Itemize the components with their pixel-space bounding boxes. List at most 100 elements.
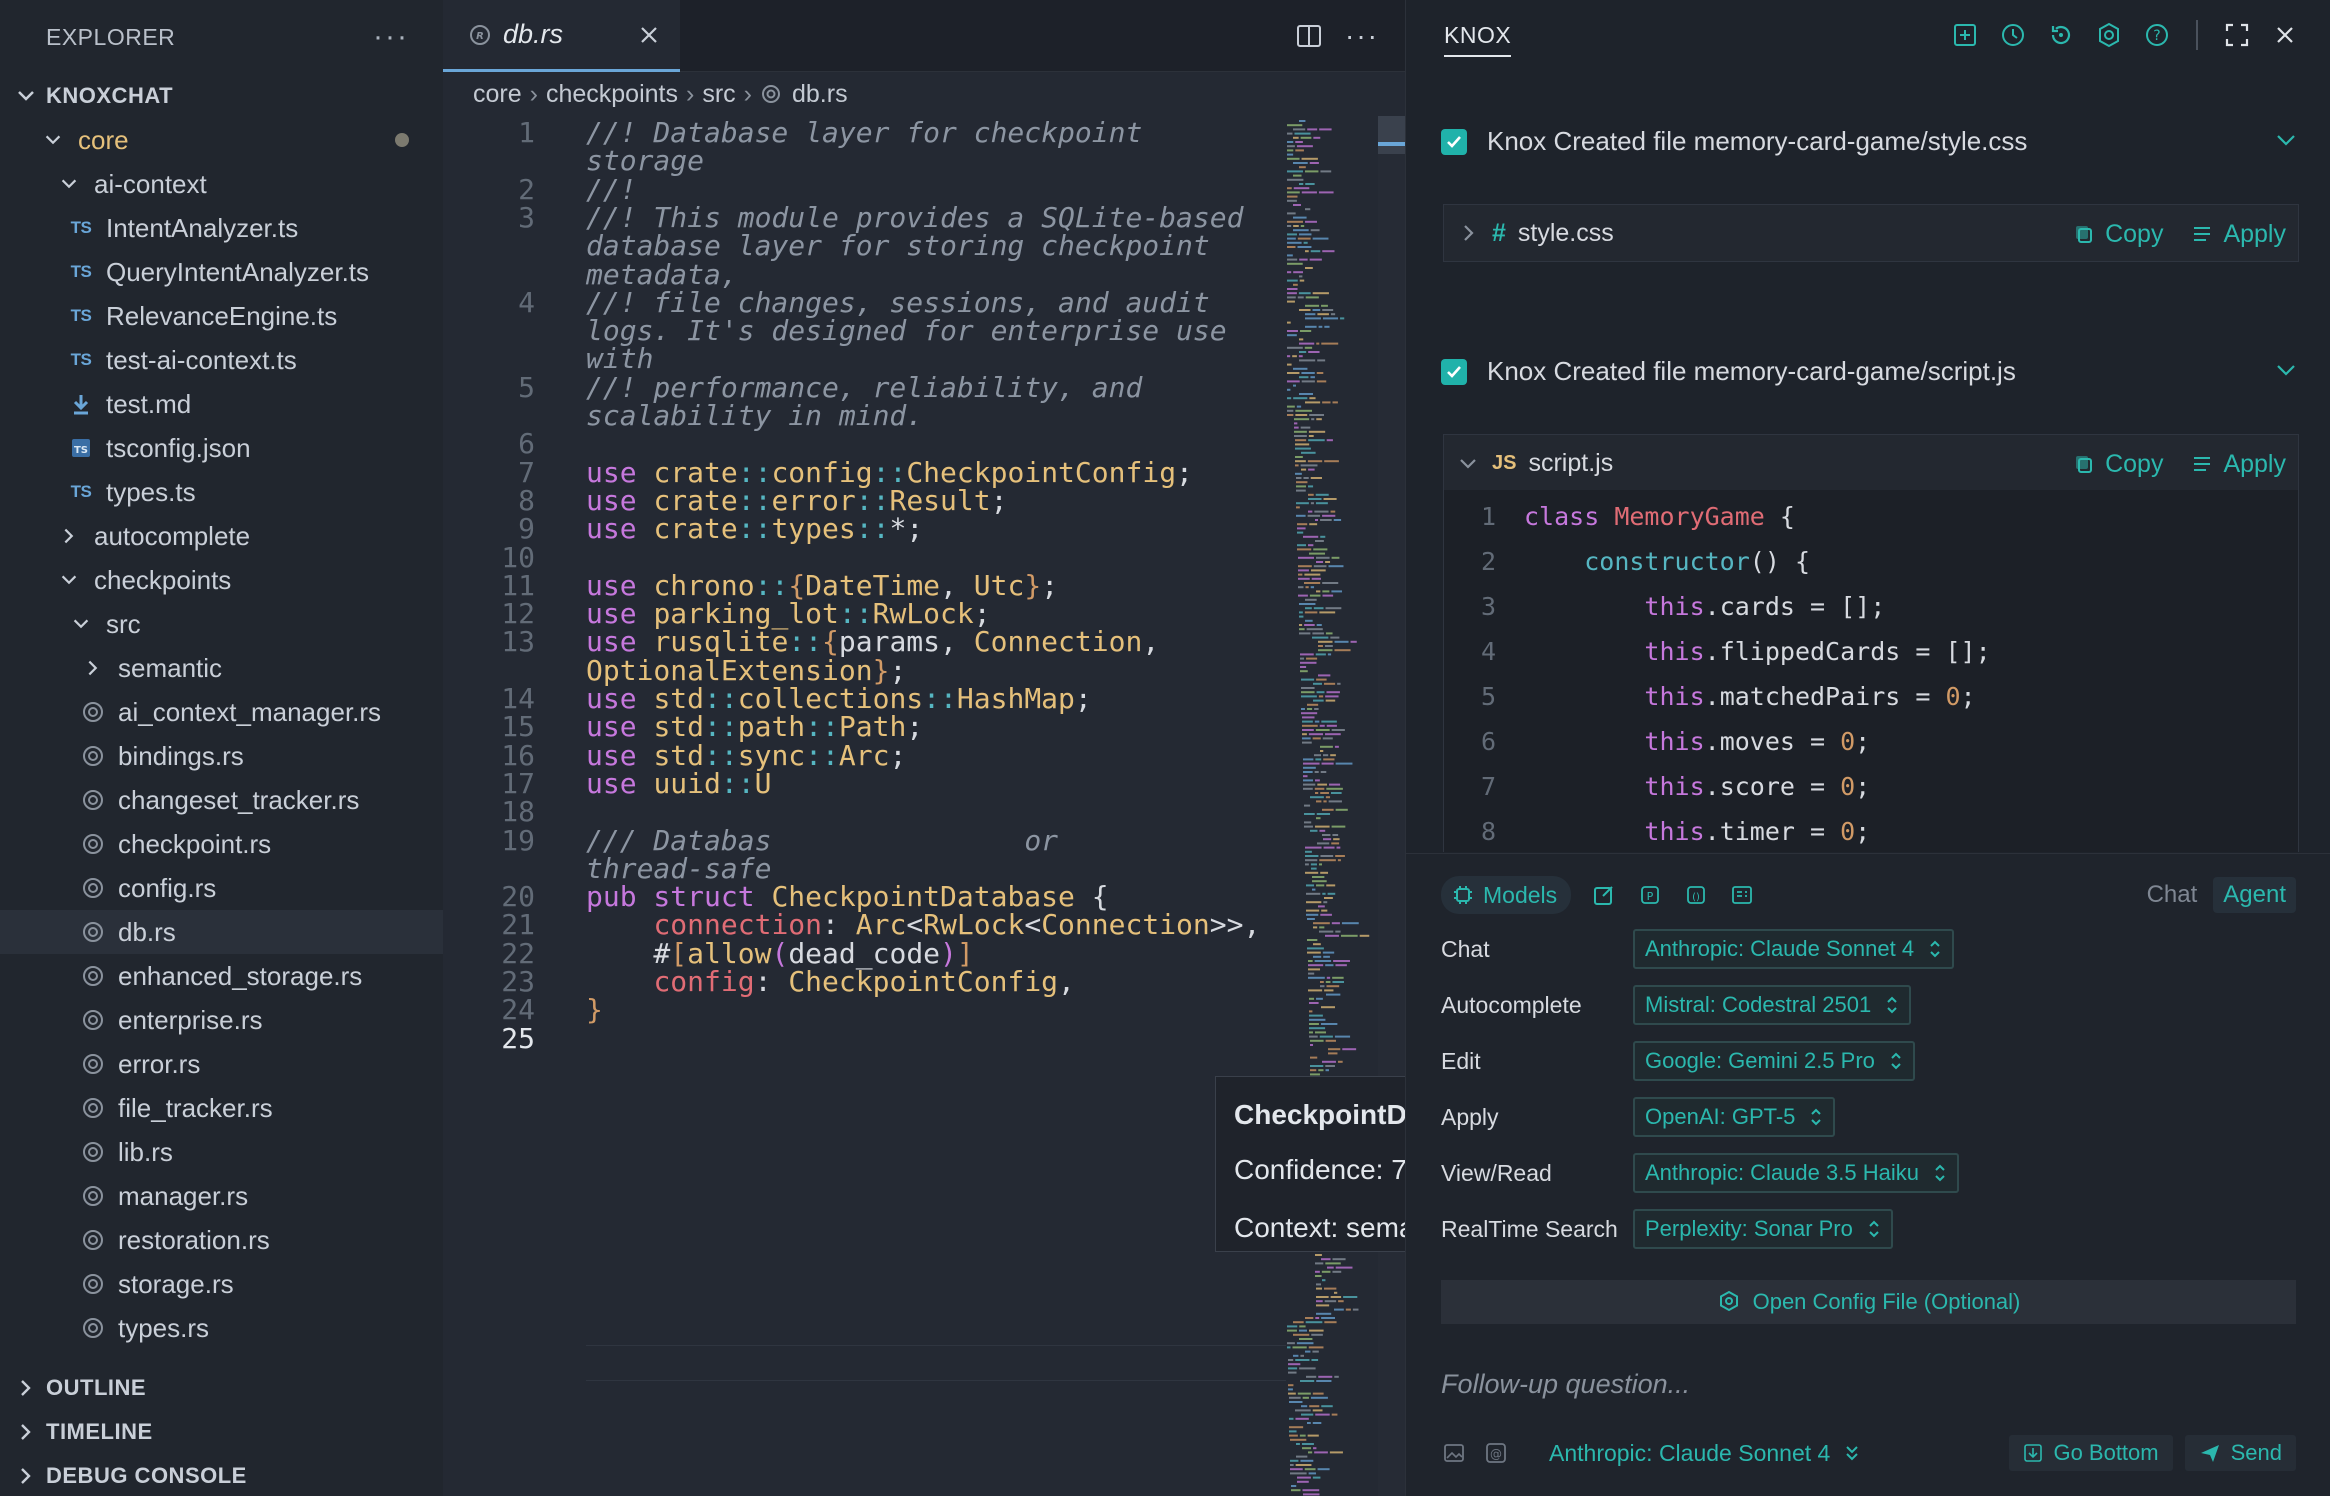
open-config-button[interactable]: Open Config File (Optional) (1441, 1280, 2296, 1324)
fullscreen-icon[interactable] (2222, 20, 2252, 50)
tree-item[interactable]: test.md (0, 382, 443, 426)
section-outline[interactable]: OUTLINE (0, 1366, 443, 1410)
code-view[interactable]: 1//! Database layer for checkpoint storag… (443, 116, 1283, 1496)
explorer-title: EXPLORER (46, 23, 176, 50)
model-select[interactable]: Google: Gemini 2.5 Pro (1633, 1041, 1915, 1081)
tree-item[interactable]: types.rs (0, 1306, 443, 1350)
edit-icon[interactable] (1591, 882, 1617, 908)
minimap-line (1287, 233, 1297, 236)
model-select[interactable]: Mistral: Codestral 2501 (1633, 985, 1912, 1025)
model-select[interactable]: Anthropic: Claude Sonnet 4 (1633, 929, 1955, 969)
model-select[interactable]: OpenAI: GPT-5 (1633, 1097, 1836, 1137)
tree-item[interactable]: changeset_tracker.rs (0, 778, 443, 822)
minimap-line (1307, 1422, 1311, 1424)
tree-item[interactable]: enhanced_storage.rs (0, 954, 443, 998)
breadcrumb-item[interactable]: db.rs (792, 80, 848, 109)
image-icon[interactable] (1441, 1440, 1467, 1466)
minimap-line (1295, 1417, 1309, 1420)
vertical-scrollbar[interactable] (1378, 116, 1405, 1496)
tree-item[interactable]: semantic (0, 646, 443, 690)
step-checkbox[interactable] (1441, 128, 1467, 155)
scrollbar-thumb[interactable] (1378, 116, 1405, 154)
knox-title[interactable]: KNOX (1444, 22, 1512, 57)
tree-item[interactable]: ai-context (0, 162, 443, 206)
tree-item[interactable]: enterprise.rs (0, 998, 443, 1042)
model-select[interactable]: Anthropic: Claude 3.5 Haiku (1633, 1153, 1959, 1193)
context-icon[interactable]: () (1683, 882, 1709, 908)
minimap-line (1309, 1329, 1324, 1332)
more-actions-icon[interactable]: ··· (373, 20, 409, 54)
tab-db-rs[interactable]: R db.rs (443, 0, 680, 72)
minimap-line (1287, 355, 1291, 358)
docs-icon[interactable] (1729, 882, 1755, 908)
split-editor-icon[interactable] (1295, 22, 1323, 50)
restore-icon[interactable] (2046, 20, 2076, 50)
mode-agent[interactable]: Agent (2213, 877, 2296, 913)
minimap-line (1308, 510, 1313, 513)
minimap[interactable] (1283, 116, 1383, 1496)
tree-item[interactable]: TS test-ai-context.ts (0, 338, 443, 382)
tree-item[interactable]: error.rs (0, 1042, 443, 1086)
models-button[interactable]: Models (1441, 876, 1572, 914)
copy-button[interactable]: Copy (2073, 450, 2163, 479)
code-block-script-js[interactable]: 1 class MemoryGame {2 constructor() {3 th… (1443, 490, 2299, 852)
apply-button[interactable]: Apply (2191, 450, 2286, 479)
copy-button[interactable]: Copy (2073, 220, 2163, 249)
breadcrumb-item[interactable]: src (702, 80, 735, 109)
mode-chat[interactable]: Chat (2141, 877, 2204, 913)
settings-icon[interactable] (2094, 20, 2124, 50)
section-timeline[interactable]: TIMELINE (0, 1410, 443, 1454)
tree-item[interactable]: TS IntentAnalyzer.ts (0, 206, 443, 250)
tree-item[interactable]: storage.rs (0, 1262, 443, 1306)
tree-item[interactable]: TS tsconfig.json (0, 426, 443, 470)
role-label: Autocomplete (1441, 991, 1582, 1018)
tree-item[interactable]: TS QueryIntentAnalyzer.ts (0, 250, 443, 294)
code-line: 3 this.cards = []; (1444, 584, 2298, 629)
tree-item[interactable]: file_tracker.rs (0, 1086, 443, 1130)
new-session-icon[interactable] (1950, 20, 1980, 50)
minimap-line (1320, 750, 1324, 752)
tree-item[interactable]: TS types.ts (0, 470, 443, 514)
close-icon[interactable] (636, 22, 662, 48)
step-checkbox[interactable] (1441, 358, 1467, 385)
breadcrumb-item[interactable]: checkpoints (546, 80, 678, 109)
chevron-right-icon[interactable] (1456, 221, 1480, 245)
tree-item[interactable]: checkpoints (0, 558, 443, 602)
section-debug-console[interactable]: DEBUG CONSOLE (0, 1454, 443, 1496)
chevron-down-icon[interactable] (2272, 126, 2300, 154)
tree-item[interactable]: src (0, 602, 443, 646)
project-header[interactable]: KNOXCHAT (0, 74, 443, 118)
tree-item[interactable]: db.rs (0, 910, 443, 954)
breadcrumb-item[interactable]: core (473, 80, 522, 109)
tree-item[interactable]: autocomplete (0, 514, 443, 558)
history-icon[interactable] (1998, 20, 2028, 50)
tree-item[interactable]: manager.rs (0, 1174, 443, 1218)
model-select[interactable]: Perplexity: Sonar Pro (1633, 1209, 1893, 1249)
tree-item[interactable]: lib.rs (0, 1130, 443, 1174)
send-button[interactable]: Send (2184, 1435, 2296, 1471)
tree-item[interactable]: bindings.rs (0, 734, 443, 778)
followup-input[interactable] (1441, 1354, 2296, 1414)
tree-item[interactable]: ai_context_manager.rs (0, 690, 443, 734)
go-bottom-button[interactable]: Go Bottom (2009, 1435, 2173, 1471)
tree-item[interactable]: checkpoint.rs (0, 822, 443, 866)
tree-item[interactable]: core (0, 118, 443, 162)
minimap-line (1324, 460, 1339, 463)
close-icon[interactable] (2270, 20, 2300, 50)
tree-item[interactable]: config.rs (0, 866, 443, 910)
minimap-line (1326, 976, 1331, 979)
help-icon[interactable]: ? (2142, 20, 2172, 50)
apply-button[interactable]: Apply (2191, 220, 2286, 249)
mention-icon[interactable]: @ (1483, 1440, 1509, 1466)
prompt-icon[interactable]: P (1637, 882, 1663, 908)
more-actions-icon[interactable]: ··· (1345, 20, 1379, 52)
tree-item[interactable]: restoration.rs (0, 1218, 443, 1262)
minimap-line (1298, 573, 1303, 576)
model-selector[interactable]: Anthropic: Claude Sonnet 4 (1549, 1440, 1860, 1467)
minimap-line (1330, 636, 1340, 639)
minimap-line (1307, 460, 1323, 463)
chevron-right-icon (21, 1380, 31, 1396)
chevron-down-icon[interactable] (2272, 356, 2300, 384)
chevron-down-icon[interactable] (1456, 451, 1480, 475)
tree-item[interactable]: TS RelevanceEngine.ts (0, 294, 443, 338)
